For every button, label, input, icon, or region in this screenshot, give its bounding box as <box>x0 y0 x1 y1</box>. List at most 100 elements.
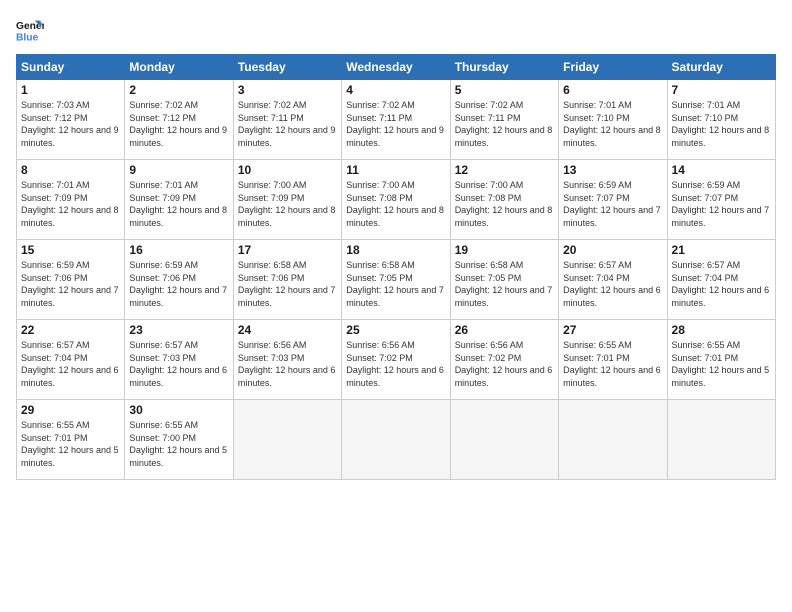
day-info: Sunrise: 7:03 AM Sunset: 7:12 PM Dayligh… <box>21 99 120 149</box>
day-number: 3 <box>238 83 337 97</box>
day-info: Sunrise: 6:56 AM Sunset: 7:02 PM Dayligh… <box>455 339 554 389</box>
day-number: 11 <box>346 163 445 177</box>
day-info: Sunrise: 6:57 AM Sunset: 7:04 PM Dayligh… <box>563 259 662 309</box>
day-info: Sunrise: 6:55 AM Sunset: 7:01 PM Dayligh… <box>21 419 120 469</box>
day-number: 21 <box>672 243 771 257</box>
day-number: 6 <box>563 83 662 97</box>
calendar-week-row: 22 Sunrise: 6:57 AM Sunset: 7:04 PM Dayl… <box>17 320 776 400</box>
calendar-day-cell: 22 Sunrise: 6:57 AM Sunset: 7:04 PM Dayl… <box>17 320 125 400</box>
weekday-header-wednesday: Wednesday <box>342 55 450 80</box>
calendar-week-row: 8 Sunrise: 7:01 AM Sunset: 7:09 PM Dayli… <box>17 160 776 240</box>
day-info: Sunrise: 6:55 AM Sunset: 7:00 PM Dayligh… <box>129 419 228 469</box>
day-number: 23 <box>129 323 228 337</box>
day-number: 1 <box>21 83 120 97</box>
day-number: 15 <box>21 243 120 257</box>
day-info: Sunrise: 7:01 AM Sunset: 7:10 PM Dayligh… <box>563 99 662 149</box>
day-number: 16 <box>129 243 228 257</box>
svg-text:Blue: Blue <box>16 32 39 43</box>
weekday-header-monday: Monday <box>125 55 233 80</box>
calendar-day-cell: 21 Sunrise: 6:57 AM Sunset: 7:04 PM Dayl… <box>667 240 775 320</box>
day-number: 8 <box>21 163 120 177</box>
calendar-day-cell: 2 Sunrise: 7:02 AM Sunset: 7:12 PM Dayli… <box>125 80 233 160</box>
day-info: Sunrise: 6:57 AM Sunset: 7:04 PM Dayligh… <box>672 259 771 309</box>
day-number: 17 <box>238 243 337 257</box>
day-number: 5 <box>455 83 554 97</box>
logo: General Blue <box>16 16 44 44</box>
day-info: Sunrise: 7:02 AM Sunset: 7:11 PM Dayligh… <box>455 99 554 149</box>
day-info: Sunrise: 6:58 AM Sunset: 7:06 PM Dayligh… <box>238 259 337 309</box>
day-info: Sunrise: 7:02 AM Sunset: 7:11 PM Dayligh… <box>346 99 445 149</box>
calendar-day-cell: 9 Sunrise: 7:01 AM Sunset: 7:09 PM Dayli… <box>125 160 233 240</box>
day-info: Sunrise: 6:57 AM Sunset: 7:03 PM Dayligh… <box>129 339 228 389</box>
calendar-day-cell: 27 Sunrise: 6:55 AM Sunset: 7:01 PM Dayl… <box>559 320 667 400</box>
day-info: Sunrise: 6:59 AM Sunset: 7:06 PM Dayligh… <box>129 259 228 309</box>
weekday-header-tuesday: Tuesday <box>233 55 341 80</box>
calendar-day-cell: 3 Sunrise: 7:02 AM Sunset: 7:11 PM Dayli… <box>233 80 341 160</box>
day-number: 29 <box>21 403 120 417</box>
day-info: Sunrise: 6:56 AM Sunset: 7:02 PM Dayligh… <box>346 339 445 389</box>
day-info: Sunrise: 7:00 AM Sunset: 7:08 PM Dayligh… <box>455 179 554 229</box>
day-number: 14 <box>672 163 771 177</box>
day-info: Sunrise: 6:58 AM Sunset: 7:05 PM Dayligh… <box>346 259 445 309</box>
calendar-day-cell <box>667 400 775 480</box>
logo-icon: General Blue <box>16 16 44 44</box>
calendar-week-row: 29 Sunrise: 6:55 AM Sunset: 7:01 PM Dayl… <box>17 400 776 480</box>
calendar-day-cell: 24 Sunrise: 6:56 AM Sunset: 7:03 PM Dayl… <box>233 320 341 400</box>
day-number: 4 <box>346 83 445 97</box>
day-info: Sunrise: 6:55 AM Sunset: 7:01 PM Dayligh… <box>563 339 662 389</box>
day-number: 12 <box>455 163 554 177</box>
day-info: Sunrise: 6:59 AM Sunset: 7:06 PM Dayligh… <box>21 259 120 309</box>
calendar-day-cell: 20 Sunrise: 6:57 AM Sunset: 7:04 PM Dayl… <box>559 240 667 320</box>
weekday-header-sunday: Sunday <box>17 55 125 80</box>
day-number: 19 <box>455 243 554 257</box>
day-info: Sunrise: 7:01 AM Sunset: 7:09 PM Dayligh… <box>21 179 120 229</box>
calendar-day-cell: 17 Sunrise: 6:58 AM Sunset: 7:06 PM Dayl… <box>233 240 341 320</box>
calendar-day-cell <box>450 400 558 480</box>
calendar-day-cell: 28 Sunrise: 6:55 AM Sunset: 7:01 PM Dayl… <box>667 320 775 400</box>
calendar-day-cell: 13 Sunrise: 6:59 AM Sunset: 7:07 PM Dayl… <box>559 160 667 240</box>
day-number: 24 <box>238 323 337 337</box>
weekday-header-thursday: Thursday <box>450 55 558 80</box>
day-info: Sunrise: 6:59 AM Sunset: 7:07 PM Dayligh… <box>672 179 771 229</box>
day-number: 25 <box>346 323 445 337</box>
calendar-day-cell: 4 Sunrise: 7:02 AM Sunset: 7:11 PM Dayli… <box>342 80 450 160</box>
calendar-day-cell: 19 Sunrise: 6:58 AM Sunset: 7:05 PM Dayl… <box>450 240 558 320</box>
day-info: Sunrise: 7:00 AM Sunset: 7:09 PM Dayligh… <box>238 179 337 229</box>
day-number: 30 <box>129 403 228 417</box>
calendar-day-cell: 18 Sunrise: 6:58 AM Sunset: 7:05 PM Dayl… <box>342 240 450 320</box>
day-info: Sunrise: 7:01 AM Sunset: 7:10 PM Dayligh… <box>672 99 771 149</box>
weekday-header-saturday: Saturday <box>667 55 775 80</box>
day-number: 28 <box>672 323 771 337</box>
calendar-day-cell: 30 Sunrise: 6:55 AM Sunset: 7:00 PM Dayl… <box>125 400 233 480</box>
day-number: 22 <box>21 323 120 337</box>
calendar-day-cell: 26 Sunrise: 6:56 AM Sunset: 7:02 PM Dayl… <box>450 320 558 400</box>
day-number: 27 <box>563 323 662 337</box>
day-number: 18 <box>346 243 445 257</box>
day-info: Sunrise: 6:57 AM Sunset: 7:04 PM Dayligh… <box>21 339 120 389</box>
calendar-day-cell: 15 Sunrise: 6:59 AM Sunset: 7:06 PM Dayl… <box>17 240 125 320</box>
day-info: Sunrise: 6:58 AM Sunset: 7:05 PM Dayligh… <box>455 259 554 309</box>
day-number: 13 <box>563 163 662 177</box>
day-info: Sunrise: 7:02 AM Sunset: 7:11 PM Dayligh… <box>238 99 337 149</box>
day-number: 7 <box>672 83 771 97</box>
page-header: General Blue <box>16 16 776 44</box>
day-info: Sunrise: 7:02 AM Sunset: 7:12 PM Dayligh… <box>129 99 228 149</box>
day-number: 10 <box>238 163 337 177</box>
calendar-day-cell: 12 Sunrise: 7:00 AM Sunset: 7:08 PM Dayl… <box>450 160 558 240</box>
day-info: Sunrise: 6:55 AM Sunset: 7:01 PM Dayligh… <box>672 339 771 389</box>
day-number: 2 <box>129 83 228 97</box>
calendar-day-cell: 25 Sunrise: 6:56 AM Sunset: 7:02 PM Dayl… <box>342 320 450 400</box>
day-number: 26 <box>455 323 554 337</box>
day-info: Sunrise: 6:56 AM Sunset: 7:03 PM Dayligh… <box>238 339 337 389</box>
calendar-day-cell: 10 Sunrise: 7:00 AM Sunset: 7:09 PM Dayl… <box>233 160 341 240</box>
calendar-day-cell <box>342 400 450 480</box>
calendar-table: SundayMondayTuesdayWednesdayThursdayFrid… <box>16 54 776 480</box>
day-number: 9 <box>129 163 228 177</box>
day-info: Sunrise: 6:59 AM Sunset: 7:07 PM Dayligh… <box>563 179 662 229</box>
calendar-day-cell: 14 Sunrise: 6:59 AM Sunset: 7:07 PM Dayl… <box>667 160 775 240</box>
calendar-day-cell: 8 Sunrise: 7:01 AM Sunset: 7:09 PM Dayli… <box>17 160 125 240</box>
calendar-week-row: 15 Sunrise: 6:59 AM Sunset: 7:06 PM Dayl… <box>17 240 776 320</box>
calendar-day-cell: 29 Sunrise: 6:55 AM Sunset: 7:01 PM Dayl… <box>17 400 125 480</box>
calendar-day-cell: 1 Sunrise: 7:03 AM Sunset: 7:12 PM Dayli… <box>17 80 125 160</box>
calendar-day-cell: 7 Sunrise: 7:01 AM Sunset: 7:10 PM Dayli… <box>667 80 775 160</box>
